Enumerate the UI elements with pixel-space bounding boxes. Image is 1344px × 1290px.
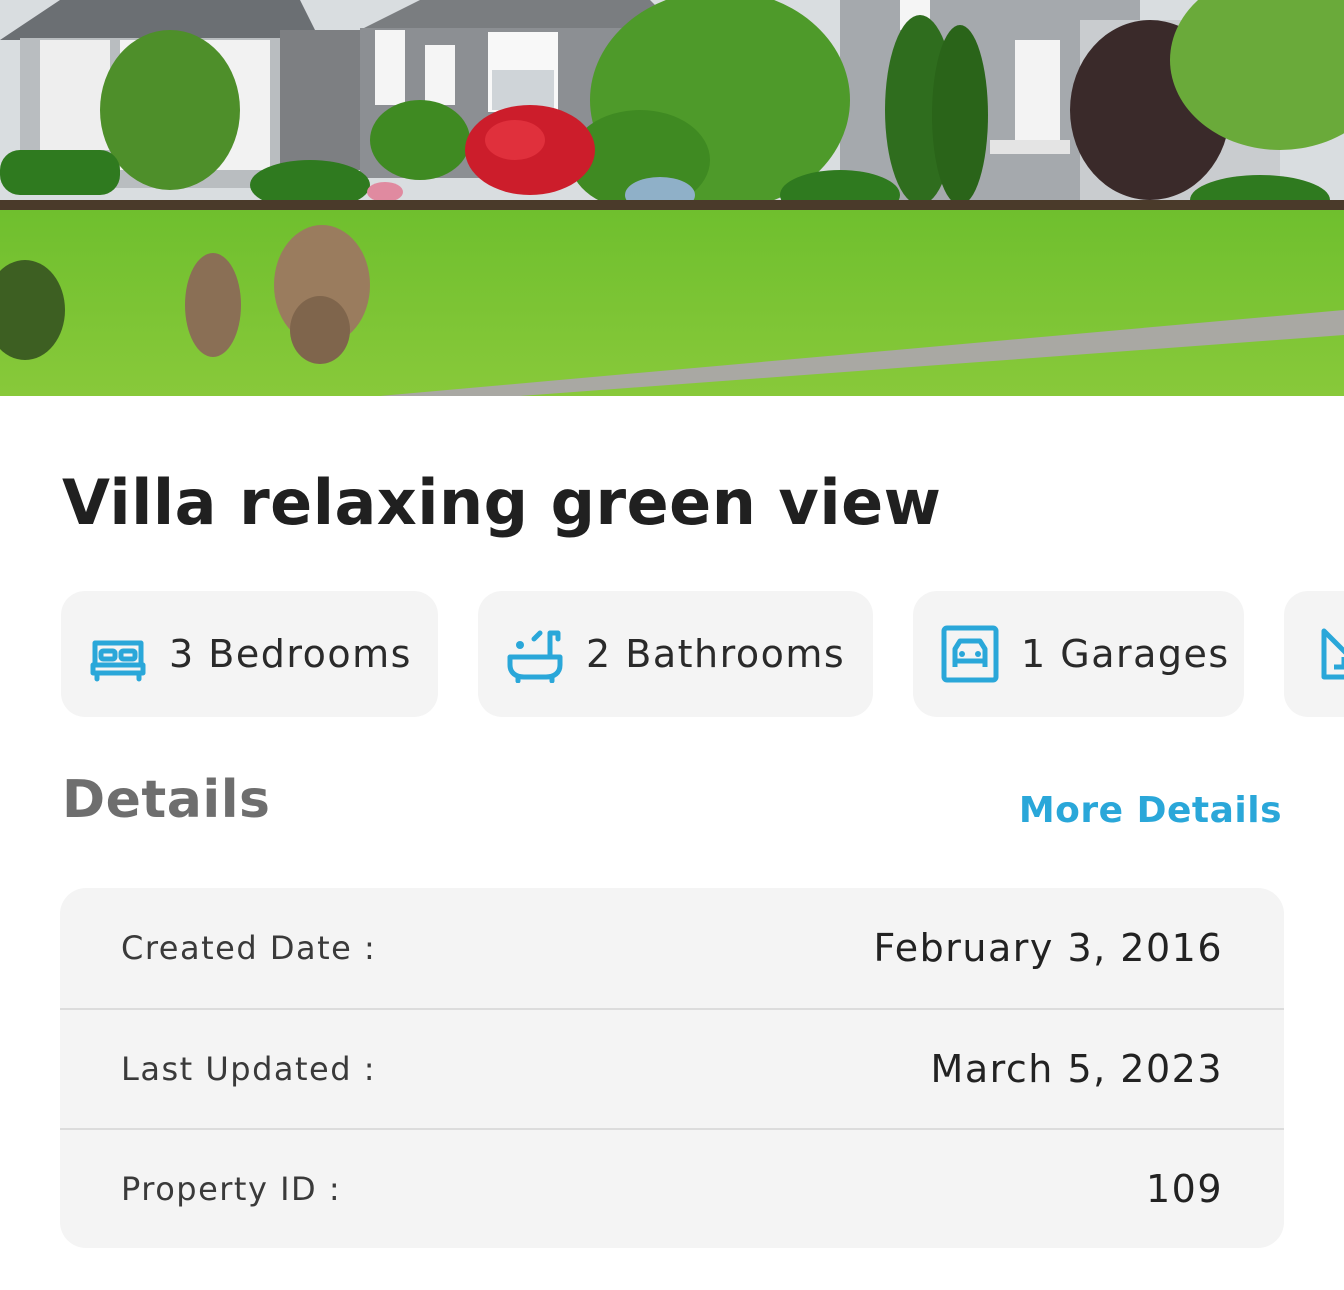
features-carousel[interactable]: 3 Bedrooms 2 Bathrooms 1 Garages [61,591,1344,717]
feature-area [1284,591,1344,717]
feature-bathrooms: 2 Bathrooms [478,591,873,717]
feature-label: 1 Garages [1021,632,1230,676]
details-row-last-updated: Last Updated : March 5, 2023 [60,1008,1284,1128]
area-icon [1318,625,1344,683]
details-key: Property ID : [121,1170,342,1208]
feature-bedrooms: 3 Bedrooms [61,591,438,717]
details-row-property-id: Property ID : 109 [60,1128,1284,1248]
details-value: February 3, 2016 [873,926,1223,970]
feature-label: 3 Bedrooms [169,632,412,676]
details-row-created-date: Created Date : February 3, 2016 [60,888,1284,1008]
property-hero-image [0,0,1344,396]
details-value: March 5, 2023 [930,1047,1223,1091]
details-value: 109 [1145,1167,1223,1211]
details-key: Last Updated : [121,1050,376,1088]
property-title: Villa relaxing green view [62,466,942,539]
more-details-link[interactable]: More Details [1019,790,1282,831]
details-table: Created Date : February 3, 2016 Last Upd… [60,888,1284,1248]
details-key: Created Date : [121,929,377,967]
bathtub-icon [506,625,564,683]
garage-icon [941,625,999,683]
bed-icon [89,625,147,683]
feature-label: 2 Bathrooms [586,632,846,676]
feature-garages: 1 Garages [913,591,1244,717]
details-heading: Details [62,770,271,830]
